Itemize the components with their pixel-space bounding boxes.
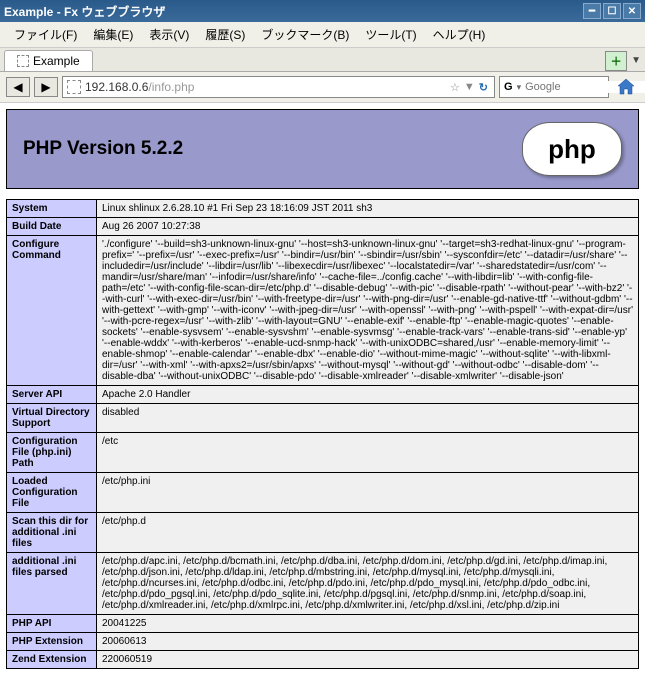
page-content: PHP Version 5.2.2 php System Linux shlin… [0, 103, 645, 689]
php-logo: php [522, 122, 622, 176]
url-bar[interactable]: 192.168.0.6/info.php ☆ ▼ ↻ [62, 76, 495, 98]
tab-label: Example [33, 54, 80, 68]
reload-button[interactable]: ↻ [479, 81, 488, 94]
cell-value: Aug 26 2007 10:27:38 [97, 218, 639, 236]
cell-key: Zend Extension [7, 651, 97, 669]
cell-key: Configuration File (php.ini) Path [7, 433, 97, 473]
cell-key: Build Date [7, 218, 97, 236]
tab-active[interactable]: Example [4, 50, 93, 71]
table-row: Zend Extension 220060519 [7, 651, 639, 669]
menu-history[interactable]: 履歴(S) [197, 24, 253, 45]
menu-bookmarks[interactable]: ブックマーク(B) [253, 24, 357, 45]
menu-tools[interactable]: ツール(T) [357, 24, 424, 45]
url-text[interactable]: 192.168.0.6/info.php [81, 80, 448, 94]
url-host: 192.168.0.6 [85, 80, 148, 94]
menubar: ファイル(F) 編集(E) 表示(V) 履歴(S) ブックマーク(B) ツール(… [0, 22, 645, 48]
tabbar: Example ＋ ▼ [0, 48, 645, 72]
site-identity-icon[interactable] [67, 80, 81, 94]
cell-value: 20060613 [97, 633, 639, 651]
window-title: Example - Fx ウェブブラウザ [4, 3, 165, 20]
table-row: Configure Command './configure' '--build… [7, 236, 639, 386]
cell-value: /etc/php.ini [97, 473, 639, 513]
tab-favicon-icon [17, 55, 29, 67]
search-engine-icon[interactable]: G [504, 81, 513, 93]
table-row: Configuration File (php.ini) Path /etc [7, 433, 639, 473]
menu-view[interactable]: 表示(V) [141, 24, 197, 45]
menu-edit[interactable]: 編集(E) [85, 24, 141, 45]
cell-key: Configure Command [7, 236, 97, 386]
back-button[interactable]: ◀ [6, 77, 30, 97]
search-box[interactable]: G ▾ [499, 76, 609, 98]
cell-value: Apache 2.0 Handler [97, 386, 639, 404]
cell-key: Virtual Directory Support [7, 404, 97, 433]
table-row: Loaded Configuration File /etc/php.ini [7, 473, 639, 513]
cell-key: additional .ini files parsed [7, 553, 97, 615]
search-engine-dropdown-icon[interactable]: ▾ [517, 82, 522, 93]
bookmark-star-icon[interactable]: ☆ [450, 81, 460, 94]
url-path: /info.php [148, 80, 194, 94]
table-row: System Linux shlinux 2.6.28.10 #1 Fri Se… [7, 200, 639, 218]
minimize-button[interactable]: ━ [583, 3, 601, 19]
cell-value: /etc/php.d/apc.ini, /etc/php.d/bcmath.in… [97, 553, 639, 615]
cell-key: PHP Extension [7, 633, 97, 651]
home-button[interactable] [613, 76, 639, 98]
table-row: PHP API 20041225 [7, 615, 639, 633]
cell-value: /etc [97, 433, 639, 473]
table-row: additional .ini files parsed /etc/php.d/… [7, 553, 639, 615]
cell-value: 20041225 [97, 615, 639, 633]
menu-file[interactable]: ファイル(F) [6, 24, 85, 45]
home-icon [616, 77, 636, 97]
cell-key: System [7, 200, 97, 218]
navigation-toolbar: ◀ ▶ 192.168.0.6/info.php ☆ ▼ ↻ G ▾ [0, 72, 645, 103]
cell-key: Scan this dir for additional .ini files [7, 513, 97, 553]
table-row: Server API Apache 2.0 Handler [7, 386, 639, 404]
url-dropdown-icon[interactable]: ▼ [464, 81, 475, 93]
phpinfo-header: PHP Version 5.2.2 php [6, 109, 639, 189]
cell-key: PHP API [7, 615, 97, 633]
cell-value: disabled [97, 404, 639, 433]
tab-list-dropdown[interactable]: ▼ [631, 55, 641, 66]
table-row: Scan this dir for additional .ini files … [7, 513, 639, 553]
menu-help[interactable]: ヘルプ(H) [425, 24, 494, 45]
phpinfo-table: System Linux shlinux 2.6.28.10 #1 Fri Se… [6, 199, 639, 669]
cell-value: 220060519 [97, 651, 639, 669]
table-row: Build Date Aug 26 2007 10:27:38 [7, 218, 639, 236]
cell-value: Linux shlinux 2.6.28.10 #1 Fri Sep 23 18… [97, 200, 639, 218]
cell-key: Loaded Configuration File [7, 473, 97, 513]
table-row: PHP Extension 20060613 [7, 633, 639, 651]
phpinfo-title: PHP Version 5.2.2 [23, 138, 522, 160]
cell-key: Server API [7, 386, 97, 404]
cell-value: /etc/php.d [97, 513, 639, 553]
new-tab-button[interactable]: ＋ [605, 51, 627, 71]
window-titlebar: Example - Fx ウェブブラウザ ━ ☐ ✕ [0, 0, 645, 22]
close-button[interactable]: ✕ [623, 3, 641, 19]
cell-value: './configure' '--build=sh3-unknown-linux… [97, 236, 639, 386]
forward-button[interactable]: ▶ [34, 77, 58, 97]
maximize-button[interactable]: ☐ [603, 3, 621, 19]
table-row: Virtual Directory Support disabled [7, 404, 639, 433]
